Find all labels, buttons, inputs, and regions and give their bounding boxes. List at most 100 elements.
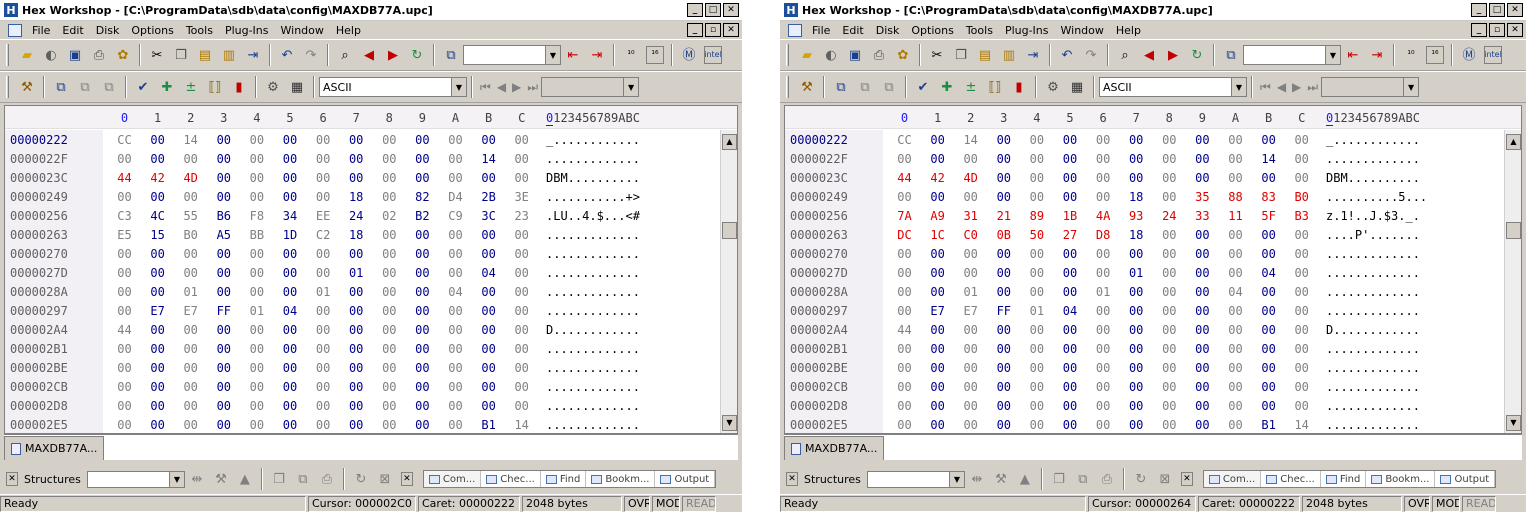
hex-byte[interactable]: 00: [141, 418, 174, 432]
pane-tab-find[interactable]: Find: [541, 471, 587, 487]
hex-byte[interactable]: 00: [207, 380, 240, 394]
document-icon[interactable]: [8, 23, 22, 37]
hex-byte[interactable]: 00: [472, 399, 505, 413]
structure-edit-icon[interactable]: ⚒: [992, 470, 1010, 488]
hex-byte[interactable]: 00: [406, 171, 439, 185]
hex-byte[interactable]: 3E: [505, 190, 538, 204]
hex-byte[interactable]: 00: [888, 418, 921, 432]
hex-byte[interactable]: B1: [1252, 418, 1285, 432]
hex-byte[interactable]: 00: [921, 152, 954, 166]
hex-byte[interactable]: 00: [1120, 133, 1153, 147]
hex-byte[interactable]: 00: [1087, 304, 1120, 318]
hex-byte[interactable]: 00: [1219, 323, 1252, 337]
hex-row[interactable]: 00000297 00 E7 E7 FF 01 04 00 00 00 00 00 00 00......…: [5, 302, 737, 321]
scroll-thumb[interactable]: [722, 222, 737, 239]
ascii-text[interactable]: ....P'.......: [1326, 228, 1420, 242]
hex-byte[interactable]: 00: [108, 266, 141, 280]
hex-byte[interactable]: 00: [472, 323, 505, 337]
hex-row[interactable]: 000002D8 00 00 00 00 00 00 00 00 00 00 00 00 00......…: [785, 397, 1521, 416]
hex-byte[interactable]: 00: [1219, 399, 1252, 413]
hex-byte[interactable]: 00: [921, 380, 954, 394]
hex-byte[interactable]: 00: [406, 304, 439, 318]
doc-close-button[interactable]: ✕: [723, 23, 739, 37]
hex-byte[interactable]: 00: [1054, 399, 1087, 413]
hex-row[interactable]: 000002A4 44 00 00 00 00 00 00 00 00 00 00 00 00 D.....…: [5, 321, 737, 340]
ascii-text[interactable]: .............: [1326, 380, 1420, 394]
hex-byte[interactable]: 00: [921, 342, 954, 356]
menu-edit[interactable]: Edit: [836, 24, 869, 37]
motorola-icon[interactable]: Ⓜ: [1460, 46, 1478, 64]
hex-byte[interactable]: 00: [1285, 228, 1318, 242]
menu-tools[interactable]: Tools: [180, 24, 219, 37]
hex-byte[interactable]: 00: [141, 323, 174, 337]
hex-byte[interactable]: 00: [1186, 228, 1219, 242]
hex-byte[interactable]: 00: [505, 399, 538, 413]
bookmark-prev-icon[interactable]: ⇤: [1344, 46, 1362, 64]
ascii-text[interactable]: .............: [1326, 361, 1420, 375]
hex-byte[interactable]: 00: [439, 228, 472, 242]
hex-byte[interactable]: A5: [207, 228, 240, 242]
hex-byte[interactable]: 00: [1153, 171, 1186, 185]
hex-byte[interactable]: 00: [921, 133, 954, 147]
hex-byte[interactable]: 31: [954, 209, 987, 223]
structure-refresh-icon[interactable]: ↻: [1132, 470, 1150, 488]
next-record-icon[interactable]: ▶: [1292, 80, 1301, 94]
hex-byte[interactable]: 02: [373, 209, 406, 223]
ascii-text[interactable]: .LU..4.$...<#: [546, 209, 640, 223]
hex-byte[interactable]: 00: [1020, 171, 1053, 185]
hex-byte[interactable]: 00: [1285, 152, 1318, 166]
menu-plug-ins[interactable]: Plug-Ins: [219, 24, 275, 37]
structure-add-icon[interactable]: ⇹: [188, 470, 206, 488]
structures-select[interactable]: ▼: [86, 470, 185, 488]
hex-byte[interactable]: 00: [1219, 418, 1252, 432]
menu-options[interactable]: Options: [125, 24, 179, 37]
hex-byte[interactable]: 93: [1120, 209, 1153, 223]
hex-byte[interactable]: 00: [1153, 380, 1186, 394]
hex-byte[interactable]: 00: [1186, 133, 1219, 147]
hex-byte[interactable]: 00: [1020, 152, 1053, 166]
find-next-icon[interactable]: ▶: [384, 46, 402, 64]
hex-row[interactable]: 00000263 DC 1C C0 0B 50 27 D8 18 00 00 00 00 00 ....P'…: [785, 226, 1521, 245]
hex-byte[interactable]: 23: [505, 209, 538, 223]
print-icon[interactable]: ⎙: [90, 46, 108, 64]
hex-byte[interactable]: 00: [954, 266, 987, 280]
hex-byte[interactable]: 00: [406, 133, 439, 147]
calculator-icon[interactable]: ▦: [288, 78, 306, 96]
menu-help[interactable]: Help: [330, 24, 367, 37]
hex-byte[interactable]: 00: [141, 361, 174, 375]
hex-byte[interactable]: 7A: [888, 209, 921, 223]
hex-byte[interactable]: 00: [340, 133, 373, 147]
ascii-text[interactable]: .............: [546, 152, 640, 166]
hex-byte[interactable]: 01: [174, 285, 207, 299]
close-pane-icon[interactable]: ✕: [6, 472, 18, 486]
hex-byte[interactable]: E7: [141, 304, 174, 318]
hex-byte[interactable]: 00: [954, 247, 987, 261]
pane-tab-bookm[interactable]: Bookm...: [1366, 471, 1436, 487]
open-folder-icon[interactable]: ▰: [18, 46, 36, 64]
hex-byte[interactable]: 00: [274, 152, 307, 166]
hex-byte[interactable]: 00: [472, 342, 505, 356]
hex-byte[interactable]: 00: [888, 266, 921, 280]
hex-byte[interactable]: C2: [307, 228, 340, 242]
hex-byte[interactable]: 00: [1219, 380, 1252, 394]
hex-row[interactable]: 0000027D 00 00 00 00 00 00 00 01 00 00 00 04 00......…: [785, 264, 1521, 283]
hex-byte[interactable]: 00: [921, 323, 954, 337]
hex-byte[interactable]: 33: [1186, 209, 1219, 223]
menu-edit[interactable]: Edit: [56, 24, 89, 37]
hex-row[interactable]: 000002A4 44 00 00 00 00 00 00 00 00 00 00 00 00 D.....…: [785, 321, 1521, 340]
hex-row[interactable]: 000002BE 00 00 00 00 00 00 00 00 00 00 00 00 00......…: [5, 359, 737, 378]
hex-byte[interactable]: E7: [954, 304, 987, 318]
hex-byte[interactable]: E5: [108, 228, 141, 242]
ascii-text[interactable]: z.1!..J.$3._.: [1326, 209, 1420, 223]
goto-combo[interactable]: ▼: [463, 45, 561, 65]
hex-row[interactable]: 0000022F 00 00 00 00 00 00 00 00 00 00 00 14 00......…: [5, 150, 737, 169]
menu-disk[interactable]: Disk: [90, 24, 126, 37]
hex-byte[interactable]: 00: [1054, 342, 1087, 356]
hex-byte[interactable]: 44: [108, 323, 141, 337]
hex-byte[interactable]: 82: [406, 190, 439, 204]
hex-byte[interactable]: 00: [274, 361, 307, 375]
hex-row[interactable]: 00000222 CC 00 14 00 00 00 00 00 00 00 00 00 00 _.....…: [5, 131, 737, 150]
hex-byte[interactable]: 04: [1252, 266, 1285, 280]
hex-row[interactable]: 00000249 00 00 00 00 00 00 00 18 00 35 88 83 B0......…: [785, 188, 1521, 207]
structure-export-icon[interactable]: ⧉: [294, 470, 312, 488]
